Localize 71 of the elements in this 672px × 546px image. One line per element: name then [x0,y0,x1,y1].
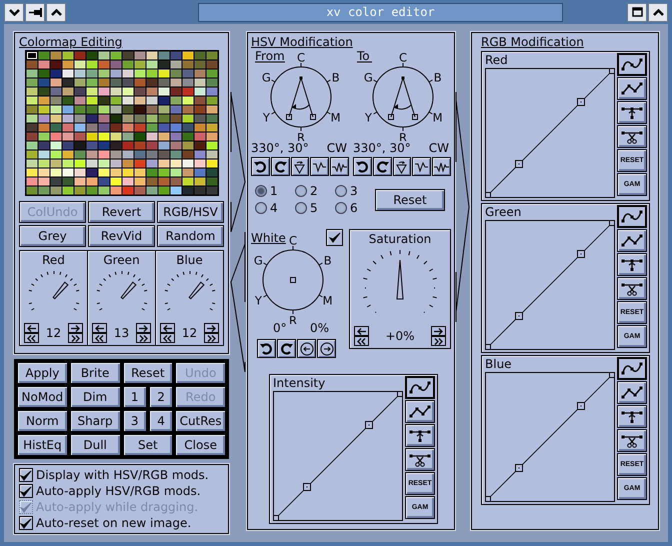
hue-angles: 330°, 30° [353,141,411,155]
window-title: xv color editor [198,2,563,22]
hue-label: C [398,50,408,64]
hue-direction: CW [326,141,347,155]
reset-button[interactable]: Reset [375,188,445,210]
action-button[interactable]: Apply [17,362,68,384]
dial-label: Green [103,253,140,267]
hue-label: M [322,294,333,308]
dial-value: 13 [114,326,130,340]
hue-label: C [296,50,306,64]
action-button[interactable]: 3 [122,410,147,432]
hue-label: B [324,254,332,268]
checkbox-label: Auto-apply HSV/RGB mods. [36,484,201,498]
action-button[interactable]: HistEq [17,434,68,456]
action-button[interactable]: CutRes [175,410,226,432]
hue-label: Y [254,294,262,308]
dial-label: Blue [176,253,203,267]
reference-amount: 0% [310,321,329,335]
radio-label: 6 [350,201,358,215]
colormap-button[interactable]: Grey [19,225,86,247]
hue-label: G [262,70,271,84]
graph-title: Blue [485,357,513,372]
action-button[interactable]: 1 [122,386,147,408]
hue-label: G [364,70,373,84]
action-button[interactable]: Dim [70,386,120,408]
dial-value: 12 [182,326,198,340]
hue-label: Y [364,110,372,124]
action-button[interactable]: Norm [17,410,68,432]
wheel-label: From [255,49,285,63]
radio-label: 2 [310,184,318,198]
wheel-label: To [357,49,370,63]
action-button[interactable]: NoMod [17,386,68,408]
dial-label: Saturation [368,232,432,246]
reference-hue: 0° [273,321,287,335]
hue-direction: CW [428,141,449,155]
colormap-button[interactable]: RGB/HSV [157,201,224,223]
action-button[interactable]: Sharp [70,410,120,432]
hue-label: M [330,110,341,124]
hue-angles: 330°, 30° [251,141,309,155]
hue-label: M [432,110,443,124]
panel-title: HSV Modification [251,35,354,49]
radio-label: 1 [270,184,278,198]
panel-title: Colormap Editing [19,35,124,49]
graph-title: Red [485,53,509,68]
reference-label: White [251,230,286,244]
dial-value: +0% [385,329,415,343]
checkbox-label: Auto-reset on new image. [36,516,192,530]
action-button[interactable]: Reset [122,362,174,384]
colormap-button[interactable]: RevVid [88,225,155,247]
radio-label: 3 [350,184,358,198]
radio-label: 4 [270,201,278,215]
graph-title: Intensity [273,376,326,391]
graph-title: Green [485,205,522,220]
panel-title: RGB Modification [481,35,585,49]
hue-label: C [288,234,298,248]
hue-label: B [434,70,442,84]
checkbox-label: Display with HSV/RGB mods. [36,468,209,482]
hue-label: B [332,70,340,84]
action-button[interactable]: Close [175,434,226,456]
hue-label: Y [262,110,270,124]
action-button[interactable]: Set [122,434,174,456]
dial-label: Red [42,253,65,267]
colormap-button[interactable]: Revert [88,201,155,223]
dial-value: 12 [46,326,62,340]
action-button[interactable]: 2 [148,386,174,408]
action-button[interactable]: 4 [148,410,174,432]
radio-label: 5 [310,201,318,215]
colormap-button[interactable]: Random [157,225,224,247]
action-button[interactable]: Dull [70,434,120,456]
action-button[interactable]: Brite [70,362,120,384]
hue-label: G [254,254,263,268]
